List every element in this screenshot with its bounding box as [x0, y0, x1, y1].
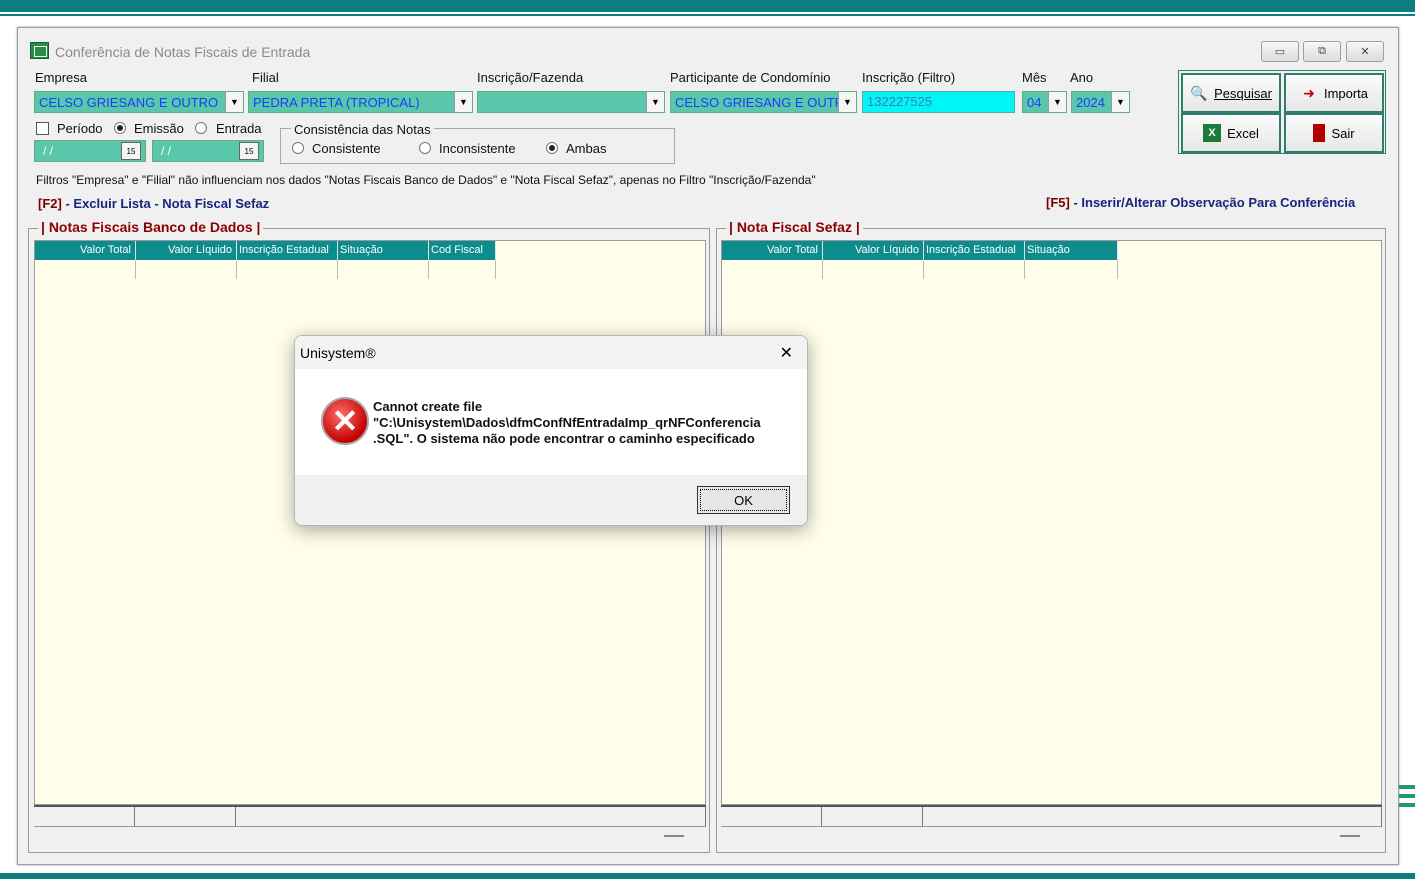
right-grid-header: Valor Total Valor Líquido Inscrição Esta… [722, 241, 1118, 260]
side-menu-icon[interactable] [1399, 785, 1415, 815]
filial-value: PEDRA PRETA (TROPICAL) [253, 94, 420, 110]
right-panel-dash [1340, 835, 1360, 837]
sair-label: Sair [1331, 125, 1355, 141]
column-header[interactable]: Inscrição Estadual [924, 241, 1025, 260]
participante-value: CELSO GRIESANG E OUTR [675, 94, 838, 110]
inconsistente-label: Inconsistente [439, 141, 516, 156]
chevron-down-icon[interactable]: ▼ [1048, 92, 1066, 112]
excel-button[interactable]: X Excel [1181, 113, 1281, 153]
calendar-icon[interactable]: 15 [239, 142, 259, 160]
top-accent-bar [0, 0, 1415, 16]
dialog-body: ✕ Cannot create file "C:\Unisystem\Dados… [295, 369, 807, 475]
chevron-down-icon[interactable]: ▼ [646, 92, 664, 112]
column-header[interactable]: Valor Líquido [823, 241, 924, 260]
empresa-label: Empresa [35, 70, 88, 85]
excel-label: Excel [1227, 125, 1259, 141]
consistencia-label: Consistência das Notas [291, 122, 434, 137]
f2-text: - Excluir Lista - Nota Fiscal Sefaz [61, 196, 270, 211]
magnifier-icon: 🔍 [1190, 84, 1208, 101]
app-icon [30, 42, 49, 59]
ok-button[interactable]: OK [697, 486, 790, 514]
chevron-down-icon[interactable]: ▼ [1111, 92, 1129, 112]
column-header[interactable]: Inscrição Estadual [237, 241, 338, 260]
column-header[interactable]: Situação [338, 241, 429, 260]
f2-key: [F2] [38, 196, 62, 211]
left-grid-header: Valor Total Valor Líquido Inscrição Esta… [35, 241, 496, 260]
importa-button[interactable]: ➜ Importa [1284, 73, 1384, 113]
entrada-label: Entrada [216, 121, 262, 136]
participante-select[interactable]: CELSO GRIESANG E OUTR ▼ [670, 91, 857, 113]
left-grid-footer [34, 805, 706, 827]
inscricao-filtro-input[interactable]: 132227525 [862, 91, 1015, 113]
mes-label: Mês [1022, 70, 1047, 85]
f5-shortcut: [F5] - Inserir/Alterar Observação Para C… [1046, 195, 1355, 210]
f2-shortcut: [F2] - Excluir Lista - Nota Fiscal Sefaz [38, 196, 269, 211]
right-grid-footer [721, 805, 1382, 827]
error-icon: ✕ [321, 397, 369, 445]
dialog-message: Cannot create file "C:\Unisystem\Dados\d… [373, 399, 761, 446]
ambas-radio[interactable] [546, 142, 558, 154]
left-panel-title-text: Notas Fiscais Banco de Dados [48, 219, 253, 235]
right-panel-title-text: Nota Fiscal Sefaz [736, 219, 852, 235]
left-panel-dash [664, 835, 684, 837]
import-icon: ➜ [1303, 84, 1315, 101]
sair-button[interactable]: Sair [1284, 113, 1384, 153]
inscricao-fazenda-select[interactable]: ▼ [477, 91, 665, 113]
column-header[interactable]: Valor Total [35, 241, 136, 260]
entrada-radio[interactable] [195, 122, 207, 134]
emissao-radio[interactable] [114, 122, 126, 134]
left-panel-title: | Notas Fiscais Banco de Dados | [38, 219, 264, 235]
window-title: Conferência de Notas Fiscais de Entrada [55, 44, 311, 60]
minimize-button[interactable]: ▭ [1261, 41, 1299, 62]
bottom-accent-bar [0, 873, 1415, 879]
chevron-down-icon[interactable]: ▼ [838, 92, 856, 112]
excel-icon: X [1203, 124, 1222, 142]
ano-label: Ano [1070, 70, 1094, 85]
right-grid[interactable]: Valor Total Valor Líquido Inscrição Esta… [721, 240, 1382, 805]
dialog-title: Unisystem® [300, 344, 376, 361]
exit-door-icon [1313, 124, 1326, 142]
filial-select[interactable]: PEDRA PRETA (TROPICAL) ▼ [248, 91, 473, 113]
periodo-checkbox[interactable] [36, 122, 49, 135]
pesquisar-label: Pesquisar [1214, 85, 1272, 101]
filial-label: Filial [252, 70, 279, 85]
empresa-select[interactable]: CELSO GRIESANG E OUTRO ▼ [34, 91, 244, 113]
column-header[interactable]: Valor Líquido [136, 241, 237, 260]
pesquisar-button[interactable]: 🔍 Pesquisar [1181, 73, 1281, 113]
f5-key: [F5] [1046, 195, 1070, 210]
right-panel-title: | Nota Fiscal Sefaz | [726, 219, 863, 235]
dialog-titlebar: Unisystem® ✕ [295, 336, 807, 369]
emissao-label: Emissão [134, 121, 184, 136]
periodo-label: Período [57, 121, 103, 136]
calendar-icon[interactable]: 15 [121, 142, 141, 160]
ano-value: 2024 [1076, 94, 1105, 110]
consistente-radio[interactable] [292, 142, 304, 154]
f5-text: - Inserir/Alterar Observação Para Confer… [1069, 195, 1356, 210]
inconsistente-radio[interactable] [419, 142, 431, 154]
table-row[interactable] [722, 260, 1118, 279]
table-row[interactable] [35, 260, 496, 279]
inscricao-fazenda-label: Inscrição/Fazenda [477, 70, 584, 85]
column-header[interactable]: Situação [1025, 241, 1118, 260]
error-dialog: Unisystem® ✕ ✕ Cannot create file "C:\Un… [294, 335, 808, 526]
chevron-down-icon[interactable]: ▼ [454, 92, 472, 112]
participante-label: Participante de Condomínio [670, 70, 831, 85]
ano-select[interactable]: 2024 ▼ [1071, 91, 1130, 113]
importa-label: Importa [1323, 85, 1369, 101]
inscricao-filtro-label: Inscrição (Filtro) [862, 70, 956, 85]
restore-button[interactable]: ⧉ [1303, 41, 1341, 62]
dialog-close-button[interactable]: ✕ [780, 343, 793, 363]
consistente-label: Consistente [312, 141, 381, 156]
mes-select[interactable]: 04 ▼ [1022, 91, 1067, 113]
column-header[interactable]: Cod Fiscal [429, 241, 496, 260]
ambas-label: Ambas [566, 141, 607, 156]
mes-value: 04 [1027, 94, 1042, 110]
filter-note: Filtros "Empresa" e "Filial" não influen… [36, 173, 816, 187]
empresa-value: CELSO GRIESANG E OUTRO [39, 94, 219, 110]
close-button[interactable]: ✕ [1346, 41, 1384, 62]
column-header[interactable]: Valor Total [722, 241, 823, 260]
chevron-down-icon[interactable]: ▼ [225, 92, 243, 112]
